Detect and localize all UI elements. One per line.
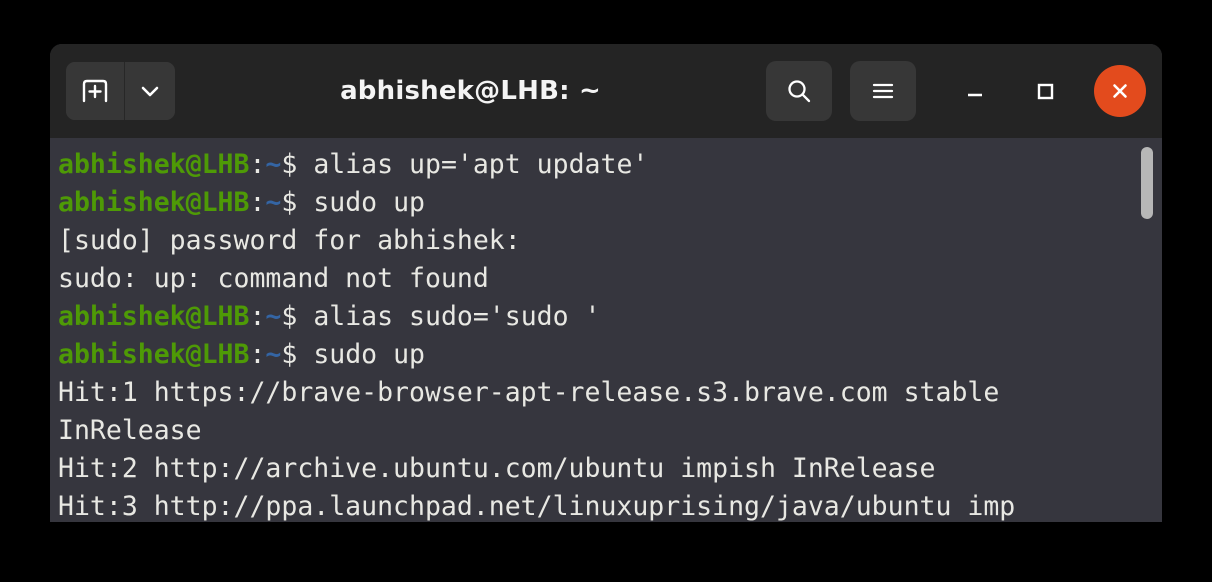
terminal-prompt-line: abhishek@LHB:~$ alias up='apt update': [58, 146, 1162, 184]
prompt-sigil: $: [281, 339, 314, 370]
terminal-window: abhishek@LHB: ~ abhishek@LHB:~$ alias up…: [50, 44, 1162, 522]
terminal-prompt-line: abhishek@LHB:~$ sudo up: [58, 336, 1162, 374]
terminal-command: alias up='apt update': [313, 149, 649, 180]
close-icon: [1107, 78, 1133, 104]
terminal-titlebar[interactable]: abhishek@LHB: ~: [50, 44, 1162, 138]
terminal-output-text: sudo: up: command not found: [58, 263, 489, 294]
prompt-path: ~: [265, 187, 282, 218]
prompt-colon: :: [249, 339, 266, 370]
maximize-icon: [1032, 78, 1058, 104]
minimize-button[interactable]: [946, 62, 1004, 120]
terminal-output-line: Hit:3 http://ppa.launchpad.net/linuxupri…: [58, 488, 1162, 522]
terminal-output-line: [sudo] password for abhishek:: [58, 222, 1162, 260]
prompt-user-host: abhishek@LHB: [58, 339, 250, 370]
terminal-output-line: InRelease: [58, 412, 1162, 450]
prompt-path: ~: [265, 301, 282, 332]
window-title: abhishek@LHB: ~: [340, 76, 601, 106]
prompt-user-host: abhishek@LHB: [58, 149, 250, 180]
prompt-sigil: $: [281, 301, 314, 332]
new-tab-icon: [80, 76, 110, 106]
new-tab-group: [66, 62, 175, 120]
terminal-lines: abhishek@LHB:~$ alias up='apt update' abh…: [58, 146, 1162, 522]
prompt-user-host: abhishek@LHB: [58, 187, 250, 218]
prompt-user-host: abhishek@LHB: [58, 301, 250, 332]
new-tab-button[interactable]: [66, 62, 125, 120]
terminal-scrollbar[interactable]: [1140, 138, 1154, 522]
hamburger-menu-button[interactable]: [850, 61, 916, 121]
tab-menu-button[interactable]: [125, 62, 175, 120]
minimize-icon: [962, 78, 988, 104]
close-button[interactable]: [1094, 65, 1146, 117]
terminal-output-area[interactable]: abhishek@LHB:~$ alias up='apt update' abh…: [50, 138, 1162, 522]
prompt-sigil: $: [281, 187, 314, 218]
terminal-prompt-line: abhishek@LHB:~$ alias sudo='sudo ': [58, 298, 1162, 336]
desktop-background: abhishek@LHB: ~ abhishek@LHB:~$ alias up…: [0, 0, 1212, 582]
maximize-button[interactable]: [1016, 62, 1074, 120]
terminal-output-line: Hit:2 http://archive.ubuntu.com/ubuntu i…: [58, 450, 1162, 488]
terminal-output-text: Hit:2 http://archive.ubuntu.com/ubuntu i…: [58, 453, 936, 484]
search-button[interactable]: [766, 61, 832, 121]
prompt-path: ~: [265, 339, 282, 370]
terminal-output-text: InRelease: [58, 415, 202, 446]
prompt-sigil: $: [281, 149, 314, 180]
terminal-command: sudo up: [313, 187, 425, 218]
terminal-output-text: Hit:1 https://brave-browser-apt-release.…: [58, 377, 1000, 408]
titlebar-left-controls: [66, 62, 175, 120]
titlebar-right-controls: [766, 61, 1148, 121]
chevron-down-icon: [137, 78, 163, 104]
terminal-command: alias sudo='sudo ': [313, 301, 601, 332]
terminal-command: sudo up: [313, 339, 425, 370]
prompt-colon: :: [249, 187, 266, 218]
hamburger-menu-icon: [868, 76, 898, 106]
terminal-output-text: [sudo] password for abhishek:: [58, 225, 521, 256]
terminal-prompt-line: abhishek@LHB:~$ sudo up: [58, 184, 1162, 222]
prompt-colon: :: [249, 149, 266, 180]
terminal-output-text: Hit:3 http://ppa.launchpad.net/linuxupri…: [58, 491, 1016, 522]
prompt-colon: :: [249, 301, 266, 332]
prompt-path: ~: [265, 149, 282, 180]
terminal-output-line: sudo: up: command not found: [58, 260, 1162, 298]
search-icon: [784, 76, 814, 106]
terminal-output-line: Hit:1 https://brave-browser-apt-release.…: [58, 374, 1162, 412]
scroll-thumb[interactable]: [1141, 147, 1153, 219]
